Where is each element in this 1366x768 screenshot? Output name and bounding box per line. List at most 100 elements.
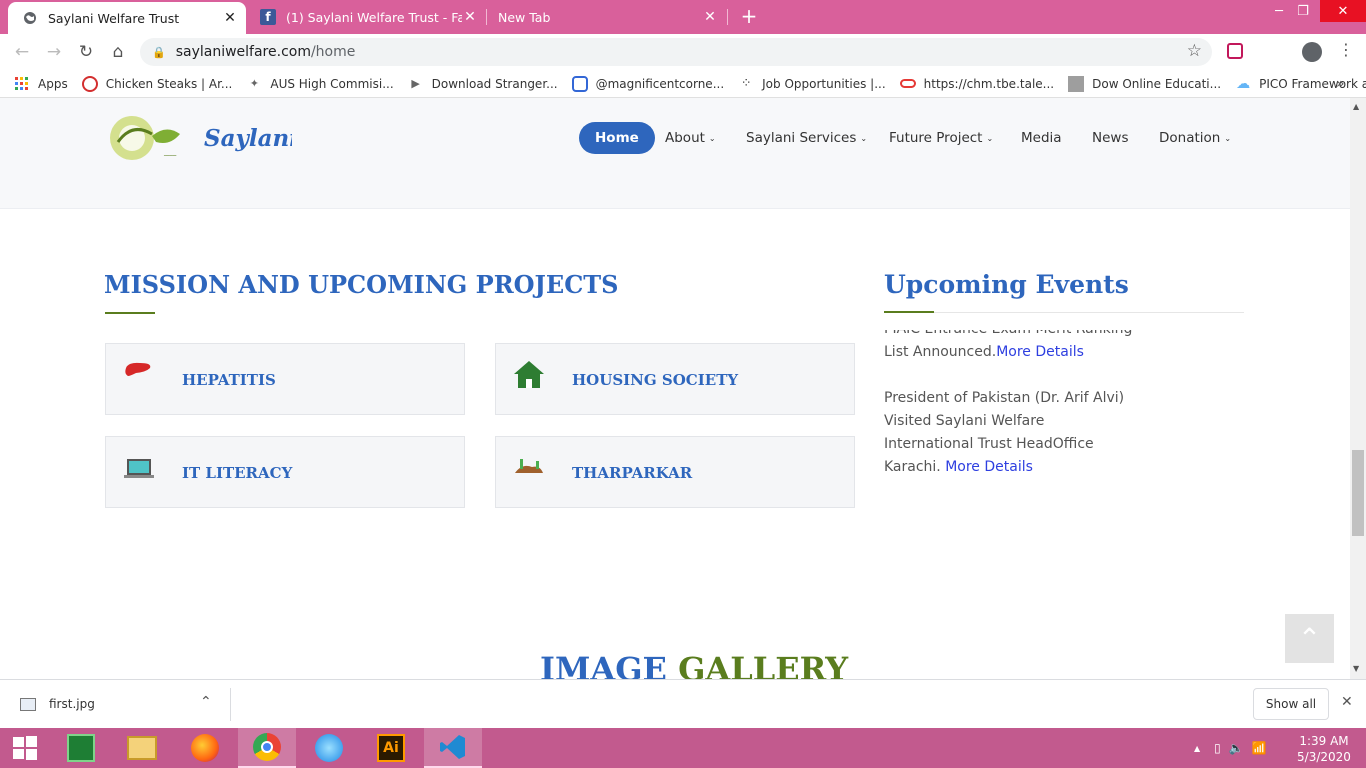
address-bar[interactable]: 🔒 saylaniwelfare.com/home ☆: [140, 38, 1212, 66]
tray-expand-icon[interactable]: ▲: [1194, 744, 1200, 753]
nav-news[interactable]: News: [1092, 122, 1128, 154]
scroll-to-top-button[interactable]: ⌃: [1285, 614, 1334, 663]
download-filename[interactable]: first.jpg: [49, 697, 95, 711]
tab-title: (1) Saylani Welfare Trust - Facebook: [286, 9, 462, 25]
bookmark-label: Apps: [38, 76, 68, 91]
chevron-up-icon[interactable]: ⌃: [200, 694, 212, 710]
close-tab-icon[interactable]: ✕: [462, 9, 478, 25]
mission-title: MISSION AND UPCOMING PROJECTS: [104, 270, 619, 299]
nav-saylani-services[interactable]: Saylani Services ⌄: [746, 122, 867, 154]
back-icon[interactable]: ←: [10, 40, 34, 64]
nav-home[interactable]: Home: [579, 122, 655, 154]
close-window-button[interactable]: ✕: [1320, 0, 1366, 22]
battery-icon[interactable]: ▯: [1214, 741, 1221, 755]
start-icon[interactable]: [0, 728, 50, 768]
menu-kebab-icon[interactable]: ⋮: [1338, 40, 1354, 59]
scroll-down-icon[interactable]: ▼: [1353, 664, 1359, 673]
bookmark-label: Download Stranger...: [431, 76, 558, 91]
nav-donation[interactable]: Donation ⌄: [1159, 122, 1231, 154]
bookmark-label: @magnificentcorne...: [595, 76, 725, 91]
bookmark-item[interactable]: ☁ PICO Framework an...: [1235, 76, 1366, 92]
new-tab-button[interactable]: +: [738, 5, 760, 27]
events-title: Upcoming Events: [884, 270, 1129, 299]
bookmark-item[interactable]: @magnificentcorne...: [571, 75, 725, 92]
vscode-icon[interactable]: [424, 728, 482, 768]
bookmark-label: PICO Framework an...: [1259, 76, 1366, 91]
extension-icon[interactable]: [1227, 43, 1243, 59]
firefox-icon[interactable]: [176, 728, 234, 768]
svg-text:ـــــــ: ـــــــ: [163, 151, 177, 158]
building-icon: [1068, 75, 1085, 92]
volume-icon[interactable]: 🔈: [1229, 741, 1244, 755]
instagram-icon: [571, 75, 588, 92]
card-hepatitis[interactable]: HEPATITIS: [105, 343, 465, 415]
bookmark-item[interactable]: ▶ Download Stranger...: [408, 76, 558, 92]
bookmark-label: https://chm.tbe.tale...: [923, 76, 1055, 91]
system-tray: ▲ ▯ 🔈 📶: [1194, 728, 1281, 768]
illustrator-icon[interactable]: Ai: [362, 728, 420, 768]
windows-taskbar: Ai ▲ ▯ 🔈 📶 1:39 AM 5/3/2020: [0, 728, 1366, 768]
bookmark-label: Dow Online Educati...: [1092, 76, 1222, 91]
gallery-title: IMAGE GALLERY: [540, 650, 848, 679]
file-explorer-icon[interactable]: [113, 728, 171, 768]
card-housing-society[interactable]: HOUSING SOCIETY: [495, 343, 855, 415]
tab-facebook[interactable]: f (1) Saylani Welfare Trust - Facebook ✕: [246, 0, 486, 34]
lock-icon: 🔒: [152, 45, 166, 59]
nav-future-project[interactable]: Future Project ⌄: [889, 122, 993, 154]
chrome-icon[interactable]: [238, 728, 296, 768]
nav-label: About: [665, 130, 705, 146]
bookmark-item[interactable]: Dow Online Educati...: [1068, 75, 1222, 92]
logo-text: Saylani: [204, 125, 292, 152]
profile-icon[interactable]: [1302, 42, 1322, 62]
bookmark-apps[interactable]: Apps: [14, 76, 68, 92]
close-downloads-icon[interactable]: ✕: [1341, 694, 1353, 710]
dots-icon: ⁘: [740, 76, 752, 91]
more-bookmarks-button[interactable]: »: [1336, 76, 1345, 92]
tab-new-tab[interactable]: New Tab ✕: [486, 0, 726, 34]
clock-date: 5/3/2020: [1297, 750, 1351, 764]
house-icon: [512, 358, 546, 390]
bookmark-item[interactable]: Chicken Steaks | Ar...: [81, 75, 232, 92]
saylani-logo[interactable]: Saylani ـــــــ: [108, 112, 298, 164]
apps-grid-icon: [14, 76, 30, 92]
bookmark-item[interactable]: ✦ AUS High Commisi...: [246, 76, 394, 92]
nav-label: Saylani Services: [746, 130, 857, 146]
tab-title: Saylani Welfare Trust: [48, 10, 180, 26]
card-it-literacy[interactable]: IT LITERACY: [105, 436, 465, 508]
bookmark-star-icon[interactable]: ☆: [1187, 41, 1202, 61]
more-details-link[interactable]: More Details: [945, 459, 1033, 475]
bookmark-item[interactable]: ⁘ Job Opportunities |...: [738, 76, 886, 92]
gallery-title-part: GALLERY: [678, 650, 849, 679]
tab-strip: Saylani Welfare Trust ✕ f (1) Saylani We…: [0, 0, 1366, 34]
clock[interactable]: 1:39 AM 5/3/2020: [1290, 733, 1358, 765]
tab-saylani[interactable]: Saylani Welfare Trust ✕: [8, 2, 246, 34]
show-all-button[interactable]: Show all: [1253, 688, 1329, 720]
nav-about[interactable]: About ⌄: [665, 122, 716, 154]
event-item: President of Pakistan (Dr. Arif Alvi) Vi…: [884, 387, 1134, 479]
forward-icon[interactable]: →: [42, 40, 66, 64]
chevron-down-icon: ⌄: [1224, 133, 1232, 143]
card-label: HEPATITIS: [182, 371, 276, 389]
page-scrollbar[interactable]: ▲ ▼: [1350, 98, 1366, 679]
nav-media[interactable]: Media: [1021, 122, 1062, 154]
card-label: THARPARKAR: [572, 464, 693, 482]
reload-icon[interactable]: ↻: [74, 40, 98, 64]
events-divider: [884, 312, 1244, 313]
bookmark-item[interactable]: https://chm.tbe.tale...: [899, 76, 1055, 92]
bookmark-label: Job Opportunities |...: [762, 76, 886, 91]
close-tab-icon[interactable]: ✕: [222, 10, 238, 26]
clock-time: 1:39 AM: [1299, 734, 1349, 748]
home-icon[interactable]: ⌂: [106, 40, 130, 64]
scroll-up-icon[interactable]: ▲: [1353, 102, 1359, 111]
scrollbar-thumb[interactable]: [1352, 450, 1364, 536]
card-label: IT LITERACY: [182, 464, 293, 482]
url-path: /home: [310, 44, 356, 60]
url-host: saylaniwelfare.com: [175, 44, 311, 60]
excel-icon[interactable]: [52, 728, 110, 768]
browser-icon[interactable]: [300, 728, 358, 768]
card-tharparkar[interactable]: THARPARKAR: [495, 436, 855, 508]
network-icon[interactable]: 📶: [1252, 741, 1267, 755]
close-tab-icon[interactable]: ✕: [702, 9, 718, 25]
more-details-link[interactable]: More Details: [996, 344, 1084, 360]
events-ticker: PIAIC Entrance Exam Merit Ranking List A…: [884, 330, 1134, 490]
